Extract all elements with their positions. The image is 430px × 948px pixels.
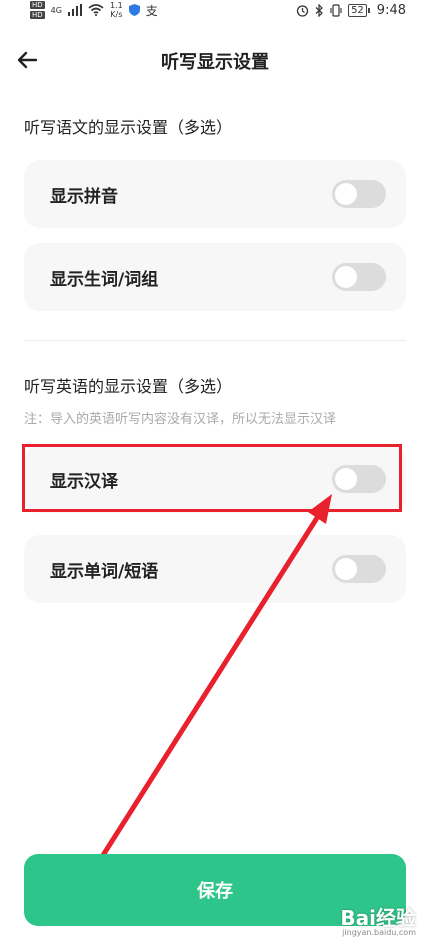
bluetooth-icon bbox=[315, 4, 323, 17]
english-section-title: 听写英语的显示设置（多选） bbox=[24, 377, 233, 396]
status-right: 52 9:48 bbox=[296, 3, 406, 18]
option-card-show-translation: 显示汉译 bbox=[24, 445, 406, 513]
hd-badge: HD bbox=[30, 11, 45, 19]
alipay-icon: 支 bbox=[145, 3, 158, 18]
network-speed-unit: K/s bbox=[110, 10, 123, 19]
watermark-logo: Bai经验 bbox=[340, 906, 416, 930]
toggle-knob bbox=[335, 266, 357, 288]
toggle-knob bbox=[335, 468, 357, 490]
toggle-show-pinyin[interactable] bbox=[332, 180, 386, 208]
toggle-knob bbox=[335, 558, 357, 580]
hd-badge: HD bbox=[30, 1, 45, 9]
section-divider bbox=[24, 340, 406, 341]
toggle-show-words-phrases[interactable] bbox=[332, 555, 386, 583]
option-label: 显示单词/短语 bbox=[50, 562, 159, 582]
watermark: Bai经验 jingyan.baidu.com bbox=[300, 902, 420, 942]
page-title: 听写显示设置 bbox=[161, 52, 269, 73]
toggle-show-new-words[interactable] bbox=[332, 263, 386, 291]
watermark-url: jingyan.baidu.com bbox=[342, 928, 416, 937]
battery-icon: 52 bbox=[348, 4, 370, 17]
option-label: 显示生词/词组 bbox=[50, 270, 159, 290]
status-time: 9:48 bbox=[376, 3, 406, 18]
toggle-knob bbox=[335, 183, 357, 205]
status-bar: HD HD 4G 1.1 K/s 支 52 9:48 bbox=[0, 0, 430, 24]
shield-icon bbox=[128, 4, 140, 16]
option-card-show-pinyin: 显示拼音 bbox=[24, 160, 406, 228]
vibrate-icon bbox=[330, 4, 342, 17]
chinese-section-title: 听写语文的显示设置（多选） bbox=[24, 118, 233, 137]
signal-icon bbox=[67, 4, 82, 16]
hd-indicators: HD HD bbox=[30, 1, 45, 19]
toggle-show-translation[interactable] bbox=[332, 465, 386, 493]
network-speed-value: 1.1 bbox=[109, 1, 123, 10]
option-card-show-new-words: 显示生词/词组 bbox=[24, 243, 406, 311]
network-4g-label: 4G bbox=[50, 5, 62, 15]
network-speed: 1.1 K/s bbox=[110, 1, 123, 19]
status-left: HD HD 4G 1.1 K/s 支 bbox=[30, 1, 158, 19]
header: 听写显示设置 bbox=[0, 40, 430, 80]
alarm-icon bbox=[296, 5, 309, 17]
option-card-show-words-phrases: 显示单词/短语 bbox=[24, 535, 406, 603]
english-section-note: 注：导入的英语听写内容没有汉译，所以无法显示汉译 bbox=[24, 412, 337, 427]
option-label: 显示汉译 bbox=[50, 472, 118, 492]
wifi-icon bbox=[88, 4, 104, 16]
option-label: 显示拼音 bbox=[50, 187, 118, 207]
